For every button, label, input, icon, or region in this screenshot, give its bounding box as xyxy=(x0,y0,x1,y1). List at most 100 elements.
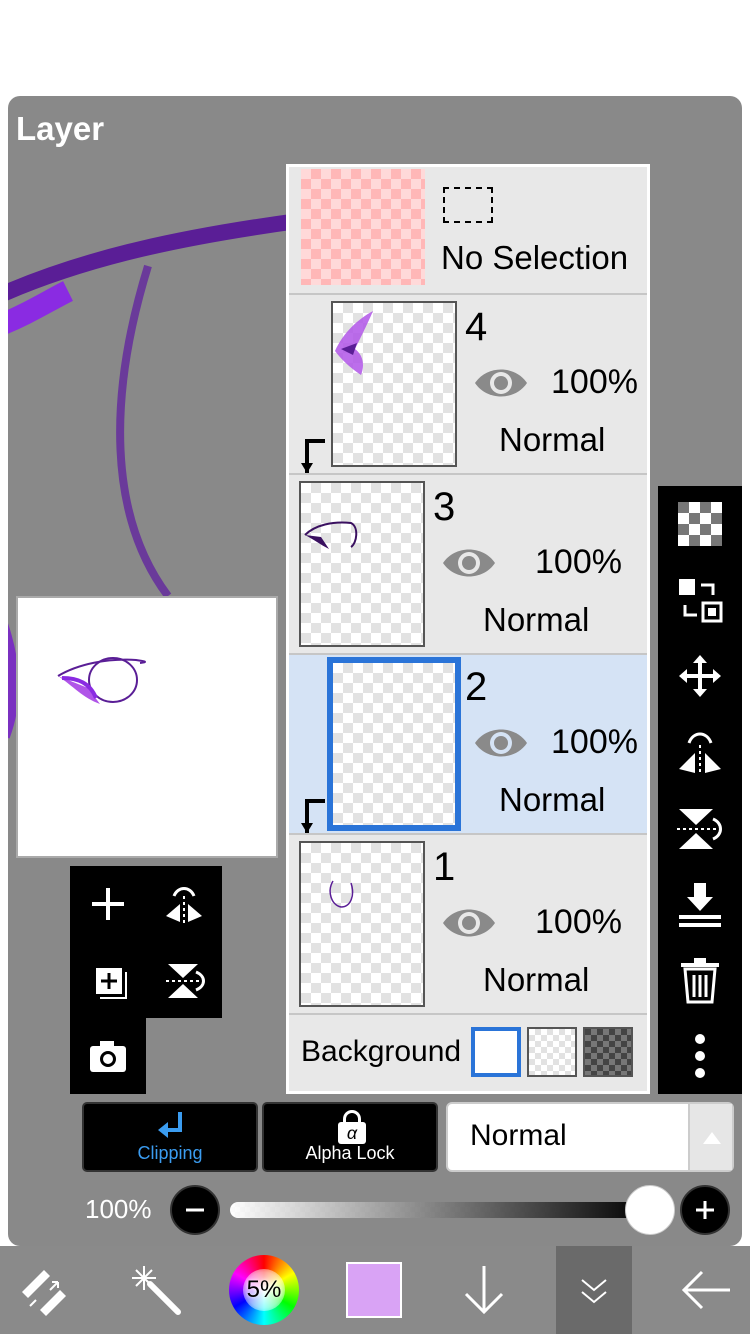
layer-number: 4 xyxy=(465,305,488,349)
app-screen: Layer No Selection 4 100% Normal 3 100% … xyxy=(0,0,750,1334)
transform-icon xyxy=(22,1270,66,1316)
more-icon xyxy=(695,1034,705,1078)
move-icon xyxy=(679,655,721,697)
blend-mode-select[interactable]: Normal xyxy=(446,1102,734,1172)
canvas-preview[interactable] xyxy=(16,596,278,858)
merge-down-button[interactable] xyxy=(658,866,742,942)
current-color-swatch xyxy=(346,1262,402,1318)
background-transparent-option[interactable] xyxy=(527,1027,577,1077)
selection-label: No Selection xyxy=(441,239,629,276)
opacity-slider[interactable] xyxy=(230,1202,650,1218)
layer-panel-toggle[interactable] xyxy=(556,1246,632,1334)
selection-row[interactable]: No Selection xyxy=(289,167,647,295)
delete-layer-button[interactable] xyxy=(658,942,742,1018)
right-toolbar xyxy=(658,486,742,1094)
swap-button[interactable] xyxy=(658,562,742,638)
background-dark-option[interactable] xyxy=(583,1027,633,1077)
swap-icon xyxy=(679,579,723,623)
plus-icon xyxy=(696,1201,714,1219)
layer-blend-mode: Normal xyxy=(483,961,590,998)
background-white-option[interactable] xyxy=(471,1027,521,1077)
checker-button[interactable] xyxy=(658,486,742,562)
lock-icon: α xyxy=(338,1110,366,1144)
layer-blend-mode: Normal xyxy=(499,421,606,458)
flip-horizontal-button[interactable] xyxy=(658,714,742,790)
blend-mode-dropdown[interactable] xyxy=(688,1104,732,1170)
layer-1-drawing xyxy=(329,880,354,908)
eye-icon[interactable] xyxy=(441,903,497,943)
background-row: Background xyxy=(289,1015,647,1091)
collapse-icon xyxy=(581,1279,607,1304)
more-button[interactable] xyxy=(658,1018,742,1094)
panel-title: Layer xyxy=(16,110,105,147)
layer-opacity: 100% xyxy=(551,723,638,761)
flip-vertical-button[interactable] xyxy=(146,942,222,1018)
current-color-button[interactable] xyxy=(334,1246,414,1334)
back-arrow-icon xyxy=(681,1270,730,1310)
triangle-up-icon xyxy=(703,1132,721,1144)
flip-vertical-button[interactable] xyxy=(658,790,742,866)
camera-icon xyxy=(90,1041,126,1072)
selection-thumbnail xyxy=(301,169,425,285)
clip-arrow-icon xyxy=(301,439,325,473)
eye-icon[interactable] xyxy=(473,723,529,763)
flip-vertical-icon xyxy=(677,809,722,849)
add-layer-button[interactable] xyxy=(70,866,146,942)
blend-mode-value: Normal xyxy=(470,1119,567,1152)
alpha-lock-label: Alpha Lock xyxy=(305,1143,395,1163)
layer-opacity: 100% xyxy=(535,903,622,941)
merge-down-icon xyxy=(679,883,721,927)
layer-opacity: 100% xyxy=(535,543,622,581)
opacity-increase-button[interactable] xyxy=(680,1185,730,1235)
opacity-value: 100% xyxy=(85,1194,152,1224)
clipping-icon xyxy=(158,1112,182,1138)
layer-number: 2 xyxy=(465,665,488,709)
layer-row-3[interactable]: 3 100% Normal xyxy=(289,475,647,655)
clipping-label: Clipping xyxy=(137,1143,203,1163)
layer-row-2[interactable]: 2 100% Normal xyxy=(289,655,647,835)
duplicate-layer-icon xyxy=(96,968,127,999)
arrow-down-icon xyxy=(464,1266,504,1315)
camera-button[interactable] xyxy=(70,1018,146,1094)
layer-3-drawing xyxy=(304,521,358,549)
back-button[interactable] xyxy=(662,1246,750,1334)
layer-thumbnail xyxy=(299,841,425,1007)
layer-row-4[interactable]: 4 100% Normal xyxy=(289,295,647,475)
flip-horizontal-icon xyxy=(166,887,202,924)
magic-wand-button[interactable] xyxy=(108,1246,204,1334)
clip-arrow-icon xyxy=(301,799,325,833)
layer-thumbnail xyxy=(331,301,457,467)
color-wheel: 5% xyxy=(229,1255,299,1325)
layer-list: No Selection 4 100% Normal 3 100% Normal… xyxy=(286,164,650,1094)
opacity-slider-knob[interactable] xyxy=(625,1185,675,1235)
layer-blend-mode: Normal xyxy=(499,781,606,818)
layer-blend-mode: Normal xyxy=(483,601,590,638)
background-label: Background xyxy=(301,1035,462,1068)
magic-wand-icon xyxy=(132,1266,181,1315)
move-button[interactable] xyxy=(658,638,742,714)
color-picker-button[interactable]: 5% xyxy=(222,1246,306,1334)
eye-icon[interactable] xyxy=(473,363,529,403)
alpha-lock-button[interactable]: α Alpha Lock xyxy=(262,1102,438,1172)
flip-horizontal-button[interactable] xyxy=(146,866,222,942)
opacity-decrease-button[interactable] xyxy=(170,1185,220,1235)
bottom-toolbar: 5% xyxy=(0,1246,750,1334)
preview-drawing xyxy=(57,657,146,704)
trash-icon xyxy=(681,958,719,1004)
arrow-down-button[interactable] xyxy=(444,1246,524,1334)
plus-icon xyxy=(92,888,124,920)
minus-icon xyxy=(186,1208,204,1212)
layer-list-body: No Selection 4 100% Normal 3 100% Normal… xyxy=(289,167,647,1091)
layer-row-1[interactable]: 1 100% Normal xyxy=(289,835,647,1015)
layer-number: 1 xyxy=(433,845,456,889)
clipping-button[interactable]: Clipping xyxy=(82,1102,258,1172)
layer-4-drawing xyxy=(335,311,373,375)
layer-opacity: 100% xyxy=(551,363,638,401)
layer-number: 3 xyxy=(433,485,456,529)
transform-button[interactable] xyxy=(0,1246,88,1334)
brush-size-label: 5% xyxy=(246,1276,282,1303)
duplicate-layer-button[interactable] xyxy=(70,942,146,1018)
eye-icon[interactable] xyxy=(441,543,497,583)
checker-icon xyxy=(678,502,722,546)
layer-thumbnail xyxy=(299,481,425,647)
